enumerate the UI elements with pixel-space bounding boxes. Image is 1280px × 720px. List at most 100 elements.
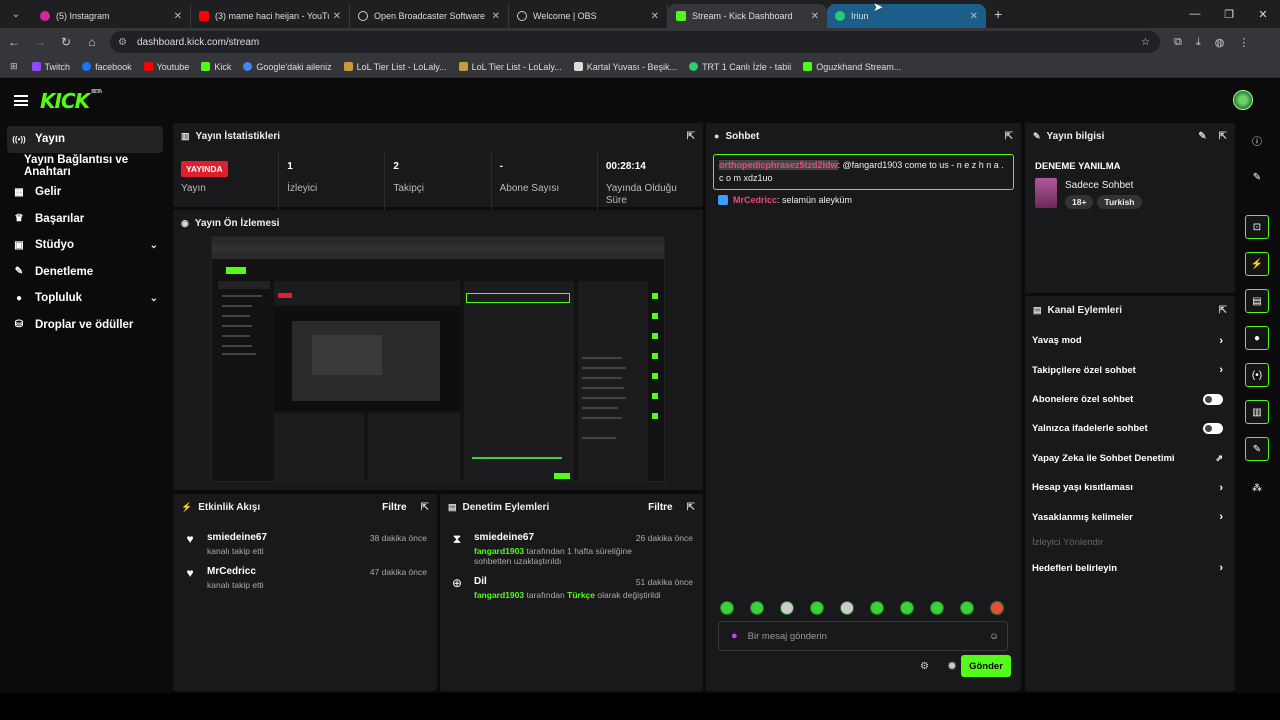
- browser-tab-active[interactable]: Stream - Kick Dashboard ✕: [668, 4, 827, 28]
- browser-tab[interactable]: Welcome | OBS ✕: [509, 4, 668, 28]
- wrench-icon[interactable]: ✎: [1245, 437, 1269, 461]
- popout-icon[interactable]: ⇱: [687, 502, 695, 513]
- send-button[interactable]: Gönder: [961, 655, 1011, 677]
- chat-input[interactable]: ● Bir mesaj gönderin ☺: [718, 621, 1008, 651]
- download-icon[interactable]: ⤓: [1196, 36, 1201, 49]
- edit-pencil-icon[interactable]: ✎: [1198, 131, 1206, 142]
- sidebar-item-topluluk[interactable]: ● Topluluk ⌄: [0, 285, 170, 312]
- bookmark[interactable]: Google'daki aileniz: [243, 62, 332, 72]
- popout-icon[interactable]: ⇱: [687, 131, 695, 142]
- emoji-icon[interactable]: ☺: [989, 631, 999, 642]
- popout-icon[interactable]: ⇱: [1219, 305, 1227, 316]
- emote-icon[interactable]: [930, 601, 944, 615]
- emote-icon[interactable]: [840, 601, 854, 615]
- lightning-icon[interactable]: ⚡: [1245, 252, 1269, 276]
- toggle-switch[interactable]: [1203, 393, 1223, 405]
- close-tab-icon[interactable]: ✕: [492, 11, 500, 22]
- pinned-chat-message[interactable]: orthopedicphrasez5tzd2ldw: @fangard1903 …: [713, 154, 1014, 190]
- profile-icon[interactable]: ◍: [1215, 36, 1225, 49]
- apps-icon[interactable]: ⊞: [10, 61, 18, 72]
- url-field[interactable]: ⚙ dashboard.kick.com/stream ☆: [110, 31, 1160, 53]
- bookmark[interactable]: Oguzkhand Stream...: [803, 62, 901, 72]
- document-icon[interactable]: ▤: [1245, 289, 1269, 313]
- emote-icon[interactable]: [870, 601, 884, 615]
- settings-gear-icon[interactable]: ⚙: [920, 661, 929, 672]
- site-info-icon[interactable]: ⚙: [118, 37, 127, 48]
- back-icon[interactable]: ←: [2, 30, 26, 54]
- emote-icon[interactable]: [780, 601, 794, 615]
- globe-icon: ⊕: [451, 576, 463, 590]
- kick-logo[interactable]: KICK BETA: [40, 89, 102, 113]
- sidebar-item-denetleme[interactable]: ✎ Denetleme: [0, 259, 170, 286]
- browser-tab[interactable]: (5) Instagram ✕: [32, 4, 191, 28]
- new-tab-icon[interactable]: +: [994, 6, 1002, 22]
- maximize-icon[interactable]: ❐: [1212, 0, 1246, 28]
- home-icon[interactable]: ⌂: [80, 30, 104, 54]
- close-tab-icon[interactable]: ✕: [970, 11, 978, 22]
- browser-tab[interactable]: Iriun ✕: [827, 4, 986, 28]
- close-window-icon[interactable]: ✕: [1246, 0, 1280, 28]
- broadcast-icon[interactable]: (•): [1245, 363, 1269, 387]
- clipboard-icon[interactable]: ▥: [1245, 400, 1269, 424]
- popout-icon[interactable]: ⇱: [1005, 131, 1013, 142]
- add-widget-icon[interactable]: ⁂: [1245, 476, 1269, 500]
- browser-tab[interactable]: (3) mame haci heijan - YouTube✕: [191, 4, 350, 28]
- bookmark[interactable]: Twitch: [31, 62, 70, 72]
- info-icon[interactable]: ⓘ: [1245, 128, 1269, 152]
- chat-icon[interactable]: ●: [1245, 326, 1269, 350]
- bookmark[interactable]: Kartal Yuvası - Beşik...: [573, 62, 677, 72]
- hamburger-menu-icon[interactable]: [14, 95, 28, 106]
- sidebar-item-basarilar[interactable]: ♛ Başarılar: [0, 206, 170, 233]
- sidebar-item-stream-key[interactable]: Yayın Bağlantısı ve Anahtarı: [0, 153, 170, 180]
- forward-icon[interactable]: →: [28, 30, 52, 54]
- stat-duration: 00:28:14 Yayında Olduğu Süre: [605, 161, 677, 206]
- emote-icon[interactable]: [960, 601, 974, 615]
- reload-icon[interactable]: ↻: [54, 30, 78, 54]
- emote-icon[interactable]: [750, 601, 764, 615]
- user-avatar[interactable]: [1233, 90, 1253, 110]
- bookmark[interactable]: Youtube: [143, 62, 189, 72]
- emote-icon[interactable]: [810, 601, 824, 615]
- edit-icon[interactable]: ✎: [1245, 165, 1269, 189]
- close-tab-icon[interactable]: ✕: [651, 11, 659, 22]
- bookmark[interactable]: facebook: [82, 62, 132, 72]
- popout-icon[interactable]: ⇱: [1219, 131, 1227, 142]
- emote-icon[interactable]: [990, 601, 1004, 615]
- close-tab-icon[interactable]: ✕: [811, 11, 819, 22]
- bookmark[interactable]: LoL Tier List - LoLaly...: [343, 62, 447, 72]
- chat-settings-icon[interactable]: ✹: [947, 659, 957, 673]
- sidebar-item-droplar[interactable]: ⛁ Droplar ve ödüller: [0, 312, 170, 339]
- bookmark[interactable]: TRT 1 Canlı İzle - tabii: [689, 62, 791, 72]
- stream-preview-video[interactable]: [211, 236, 665, 482]
- popout-icon[interactable]: ⇱: [421, 502, 429, 513]
- browser-tab[interactable]: Open Broadcaster Software | OBS✕: [350, 4, 509, 28]
- toggle-switch[interactable]: [1203, 423, 1223, 435]
- extensions-icon[interactable]: ⧉: [1174, 36, 1182, 49]
- chevron-down-icon[interactable]: ⌄: [150, 293, 158, 304]
- close-tab-icon[interactable]: ✕: [174, 11, 182, 22]
- bookmark-star-icon[interactable]: ☆: [1141, 37, 1150, 48]
- emote-icon[interactable]: [720, 601, 734, 615]
- bookmark[interactable]: LoL Tier List - LoLaly...: [458, 62, 562, 72]
- bookmark[interactable]: Kick: [201, 62, 231, 72]
- close-tab-icon[interactable]: ✕: [333, 11, 341, 22]
- sidebar-item-studyo[interactable]: ▣ Stüdyo ⌄: [0, 232, 170, 259]
- emote-icon[interactable]: [900, 601, 914, 615]
- chevron-down-icon[interactable]: ⌄: [150, 240, 158, 251]
- action-slow-mode[interactable]: Yavaş mod ›: [1025, 326, 1235, 355]
- minimize-icon[interactable]: —: [1178, 0, 1212, 28]
- tab-search-icon[interactable]: ⌄: [6, 4, 26, 24]
- menu-icon[interactable]: ⋮: [1238, 36, 1249, 49]
- kick-icon: [676, 11, 686, 21]
- action-set-goals[interactable]: Hedefleri belirleyin ›: [1025, 554, 1235, 583]
- clip-icon[interactable]: ⊡: [1245, 215, 1269, 239]
- microphone-icon[interactable]: ●: [731, 630, 738, 642]
- filter-button[interactable]: Filtre: [382, 502, 406, 513]
- action-banned-words[interactable]: Yasaklanmış kelimeler ›: [1025, 502, 1235, 531]
- action-followers-only[interactable]: Takipçilere özel sohbet ›: [1025, 355, 1235, 384]
- filter-button[interactable]: Filtre: [648, 502, 672, 513]
- sidebar-item-yayin[interactable]: ((•)) Yayın: [7, 126, 163, 153]
- action-account-age[interactable]: Hesap yaşı kısıtlaması ›: [1025, 473, 1235, 502]
- action-ai-moderation[interactable]: Yapay Zeka ile Sohbet Denetimi ⇗: [1025, 444, 1235, 473]
- sidebar-item-gelir[interactable]: ▦ Gelir: [0, 179, 170, 206]
